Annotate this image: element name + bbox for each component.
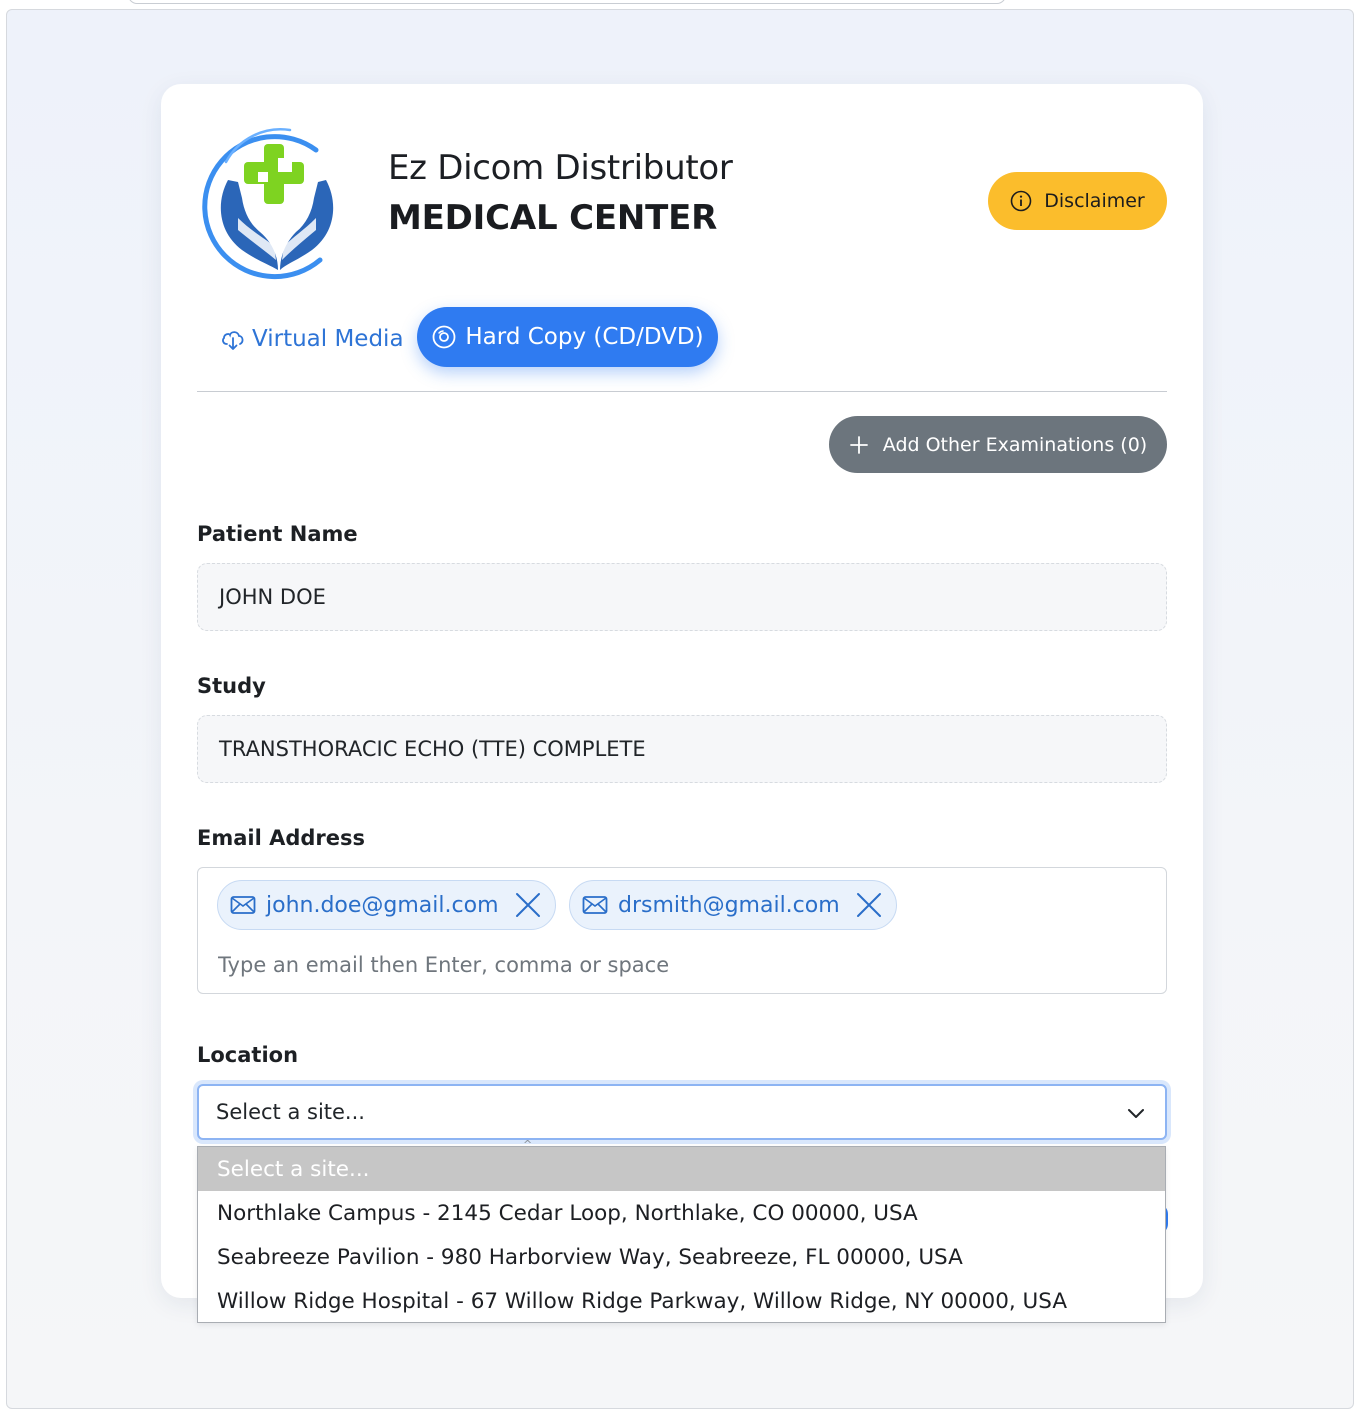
email-chip-text: drsmith@gmail.com xyxy=(618,892,840,918)
remove-email-button[interactable] xyxy=(515,892,541,918)
disc-icon xyxy=(432,325,456,349)
tab-hard-copy-label: Hard Copy (CD/DVD) xyxy=(465,324,704,350)
email-address-label: Email Address xyxy=(197,826,366,850)
cloud-download-icon xyxy=(222,331,244,350)
location-option[interactable]: Seabreeze Pavilion - 980 Harborview Way,… xyxy=(198,1235,1165,1279)
patient-name-label: Patient Name xyxy=(197,522,358,546)
brand-name: Ez Dicom Distributor xyxy=(388,148,733,188)
envelope-icon xyxy=(230,896,256,914)
location-label: Location xyxy=(197,1043,299,1067)
study-label: Study xyxy=(197,674,266,698)
add-other-examinations-label: Add Other Examinations (0) xyxy=(882,433,1148,456)
location-selected-value: Select a site... xyxy=(216,1100,365,1124)
browser-address-bar[interactable] xyxy=(128,0,1006,4)
tab-virtual-media[interactable]: Virtual Media xyxy=(210,314,414,364)
location-select[interactable]: Select a site... xyxy=(197,1084,1167,1140)
location-option[interactable]: Select a site... xyxy=(198,1147,1165,1191)
location-option[interactable]: Willow Ridge Hospital - 67 Willow Ridge … xyxy=(198,1279,1165,1323)
envelope-icon xyxy=(582,896,608,914)
tab-virtual-media-label: Virtual Media xyxy=(252,326,404,352)
study-value: TRANSTHORACIC ECHO (TTE) COMPLETE xyxy=(219,737,646,761)
patient-name-value: JOHN DOE xyxy=(219,585,326,609)
info-circle-icon xyxy=(1010,190,1032,212)
add-other-examinations-button[interactable]: Add Other Examinations (0) xyxy=(829,416,1167,473)
tabs-divider xyxy=(197,391,1167,392)
email-tag-input[interactable]: john.doe@gmail.com drsmith@gmail.com xyxy=(197,867,1167,994)
email-chip: john.doe@gmail.com xyxy=(217,880,556,930)
tab-hard-copy[interactable]: Hard Copy (CD/DVD) xyxy=(417,307,718,367)
medical-hands-cross-logo xyxy=(202,128,334,280)
disclaimer-label: Disclaimer xyxy=(1044,190,1145,212)
brand-block: Ez Dicom Distributor MEDICAL CENTER xyxy=(388,148,733,238)
medical-center-logo xyxy=(198,122,348,282)
brand-subtitle: MEDICAL CENTER xyxy=(388,198,718,238)
location-dropdown-list[interactable]: Select a site... Northlake Campus - 2145… xyxy=(197,1146,1166,1323)
email-input[interactable] xyxy=(218,948,1118,982)
location-option[interactable]: Northlake Campus - 2145 Cedar Loop, Nort… xyxy=(198,1191,1165,1235)
plus-icon xyxy=(849,435,868,454)
study-field[interactable]: TRANSTHORACIC ECHO (TTE) COMPLETE xyxy=(197,715,1167,783)
disclaimer-button[interactable]: Disclaimer xyxy=(988,172,1167,230)
email-chip-text: john.doe@gmail.com xyxy=(266,892,499,918)
close-icon xyxy=(856,893,881,917)
patient-name-field[interactable]: JOHN DOE xyxy=(197,563,1167,631)
chevron-down-icon xyxy=(1128,1109,1144,1118)
email-chip: drsmith@gmail.com xyxy=(569,880,897,930)
close-icon xyxy=(515,893,540,917)
remove-email-button[interactable] xyxy=(856,892,882,918)
